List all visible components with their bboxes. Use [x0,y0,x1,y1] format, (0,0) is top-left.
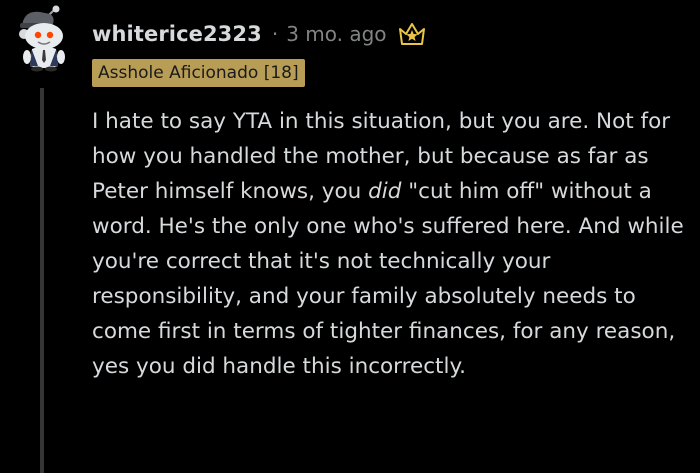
comment-body-text-2: "cut him off" without a word. He's the o… [92,179,684,379]
user-flair-badge: Asshole Aficionado [18] [92,59,305,87]
comment: whiterice2323 · 3 mo. ago Asshole Aficio… [0,0,700,473]
comment-header: whiterice2323 · 3 mo. ago [92,17,427,51]
comment-body-emphasis: did [368,179,402,204]
username[interactable]: whiterice2323 [92,22,262,46]
meta-separator: · [271,22,279,46]
snoo-avatar-icon [19,5,65,72]
timestamp[interactable]: 3 mo. ago [286,22,386,46]
crown-star-award-icon[interactable] [397,19,427,49]
comment-body: I hate to say YTA in this situation, but… [92,104,692,384]
user-avatar[interactable] [10,4,78,72]
thread-collapse-line[interactable] [40,88,44,473]
